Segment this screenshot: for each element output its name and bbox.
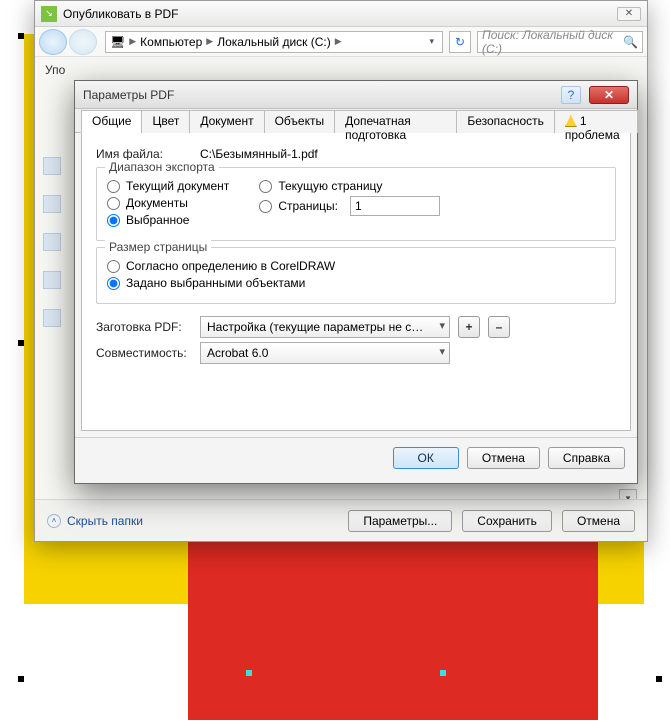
- radio-by-corel-label: Согласно определению в CorelDRAW: [126, 259, 335, 273]
- preset-add-button[interactable]: +: [458, 316, 480, 338]
- selection-handle[interactable]: [656, 676, 662, 682]
- radio-pages-label: Страницы:: [278, 199, 338, 213]
- inner-footer: ОК Отмена Справка: [75, 437, 637, 477]
- selection-handle[interactable]: [18, 676, 24, 682]
- compat-value: Acrobat 6.0: [207, 346, 268, 360]
- search-placeholder: Поиск: Локальный диск (C:): [482, 28, 623, 56]
- radio-documents[interactable]: Документы: [107, 196, 229, 210]
- tab-general[interactable]: Общие: [81, 110, 142, 133]
- outer-save-button[interactable]: Сохранить: [462, 510, 552, 532]
- dropdown-arrow[interactable]: ▾: [619, 489, 637, 499]
- radio-by-selection-label: Задано выбранными объектами: [126, 276, 305, 290]
- truncated-organize-label: Упо: [45, 63, 65, 77]
- nav-forward-button[interactable]: [69, 29, 97, 55]
- sidebar-item[interactable]: [43, 271, 61, 289]
- outer-footer: ˄ Скрыть папки Параметры... Сохранить От…: [35, 499, 647, 541]
- pages-input[interactable]: [350, 196, 440, 216]
- tab-prepress[interactable]: Допечатная подготовка: [334, 110, 457, 133]
- outer-title-text: Опубликовать в PDF: [63, 7, 179, 21]
- compat-combo[interactable]: Acrobat 6.0: [200, 342, 450, 364]
- sidebar-item[interactable]: [43, 233, 61, 251]
- radio-documents-label: Документы: [126, 196, 188, 210]
- sidebar-item[interactable]: [43, 157, 61, 175]
- radio-current-page[interactable]: Текущую страницу: [259, 179, 440, 193]
- nav-back-button[interactable]: [39, 29, 67, 55]
- radio-by-selection[interactable]: Задано выбранными объектами: [107, 276, 605, 290]
- outer-params-button[interactable]: Параметры...: [348, 510, 452, 532]
- selection-handle[interactable]: [18, 33, 24, 39]
- radio-selection[interactable]: Выбранное: [107, 213, 229, 227]
- tab-security[interactable]: Безопасность: [456, 110, 555, 133]
- breadcrumb-bar[interactable]: 🖥 ▶ Компьютер ▶ Локальный диск (C:) ▶ ▾: [105, 31, 443, 53]
- outer-titlebar: ↘ Опубликовать в PDF ✕: [35, 1, 647, 27]
- radio-current-doc[interactable]: Текущий документ: [107, 179, 229, 193]
- outer-cancel-button[interactable]: Отмена: [562, 510, 635, 532]
- tab-document[interactable]: Документ: [189, 110, 264, 133]
- refresh-button[interactable]: ↻: [449, 31, 471, 53]
- selection-handle[interactable]: [18, 340, 24, 346]
- node-handle[interactable]: [440, 670, 446, 676]
- export-range-group: Диапазон экспорта Текущий документ Докум…: [96, 167, 616, 241]
- filename-label: Имя файла:: [96, 147, 192, 161]
- preset-combo[interactable]: Настройка (текущие параметры не с…: [200, 316, 450, 338]
- tab-problem[interactable]: 1 проблема: [554, 110, 638, 133]
- pdf-icon: ↘: [41, 6, 57, 22]
- tab-color[interactable]: Цвет: [141, 110, 190, 133]
- compat-label: Совместимость:: [96, 346, 192, 360]
- node-handle[interactable]: [246, 670, 252, 676]
- sidebar-item[interactable]: [43, 309, 61, 327]
- radio-by-corel[interactable]: Согласно определению в CorelDRAW: [107, 259, 605, 273]
- pdf-params-dialog: Параметры PDF ? ✕ Общие Цвет Документ Об…: [74, 80, 638, 484]
- chevron-right-icon: ▶: [206, 36, 213, 47]
- chevron-right-icon: ▶: [335, 36, 342, 47]
- export-range-title: Диапазон экспорта: [105, 160, 219, 174]
- filename-value: C:\Безымянный-1.pdf: [200, 147, 318, 161]
- breadcrumb-dropdown[interactable]: ▾: [425, 36, 438, 47]
- inner-cancel-button[interactable]: Отмена: [467, 447, 540, 469]
- radio-pages[interactable]: Страницы:: [259, 196, 440, 216]
- tab-body-general: Имя файла: C:\Безымянный-1.pdf Диапазон …: [81, 133, 631, 431]
- tabstrip: Общие Цвет Документ Объекты Допечатная п…: [75, 109, 637, 133]
- preset-label: Заготовка PDF:: [96, 320, 192, 334]
- inner-title-text: Параметры PDF: [83, 88, 174, 102]
- preset-value: Настройка (текущие параметры не с…: [207, 320, 423, 334]
- help-button[interactable]: ?: [561, 86, 581, 104]
- tab-problem-label: 1 проблема: [565, 114, 620, 142]
- computer-icon: 🖥: [110, 35, 125, 49]
- radio-current-page-label: Текущую страницу: [278, 179, 382, 193]
- preset-remove-button[interactable]: –: [488, 316, 510, 338]
- search-input[interactable]: Поиск: Локальный диск (C:) 🔍: [477, 31, 643, 53]
- help-button-footer[interactable]: Справка: [548, 447, 625, 469]
- crumb-disk[interactable]: Локальный диск (C:): [217, 35, 331, 49]
- sidebar-places: [43, 157, 65, 417]
- sidebar-item[interactable]: [43, 195, 61, 213]
- chevron-right-icon: ▶: [129, 36, 136, 47]
- outer-close-button[interactable]: ✕: [617, 7, 641, 21]
- tab-objects[interactable]: Объекты: [264, 110, 336, 133]
- crumb-computer[interactable]: Компьютер: [140, 35, 202, 49]
- radio-selection-label: Выбранное: [126, 213, 189, 227]
- explorer-toolbar: 🖥 ▶ Компьютер ▶ Локальный диск (C:) ▶ ▾ …: [35, 27, 647, 57]
- hide-folders-label: Скрыть папки: [67, 514, 143, 528]
- warning-icon: [565, 115, 577, 127]
- search-icon: 🔍: [623, 35, 638, 49]
- inner-close-button[interactable]: ✕: [589, 86, 629, 104]
- page-size-group: Размер страницы Согласно определению в C…: [96, 247, 616, 304]
- inner-titlebar: Параметры PDF ? ✕: [75, 81, 637, 109]
- hide-folders-toggle[interactable]: ˄ Скрыть папки: [47, 514, 143, 528]
- page-size-title: Размер страницы: [105, 240, 211, 254]
- ok-button[interactable]: ОК: [393, 447, 459, 469]
- chevron-up-icon: ˄: [47, 514, 61, 528]
- radio-current-doc-label: Текущий документ: [126, 179, 229, 193]
